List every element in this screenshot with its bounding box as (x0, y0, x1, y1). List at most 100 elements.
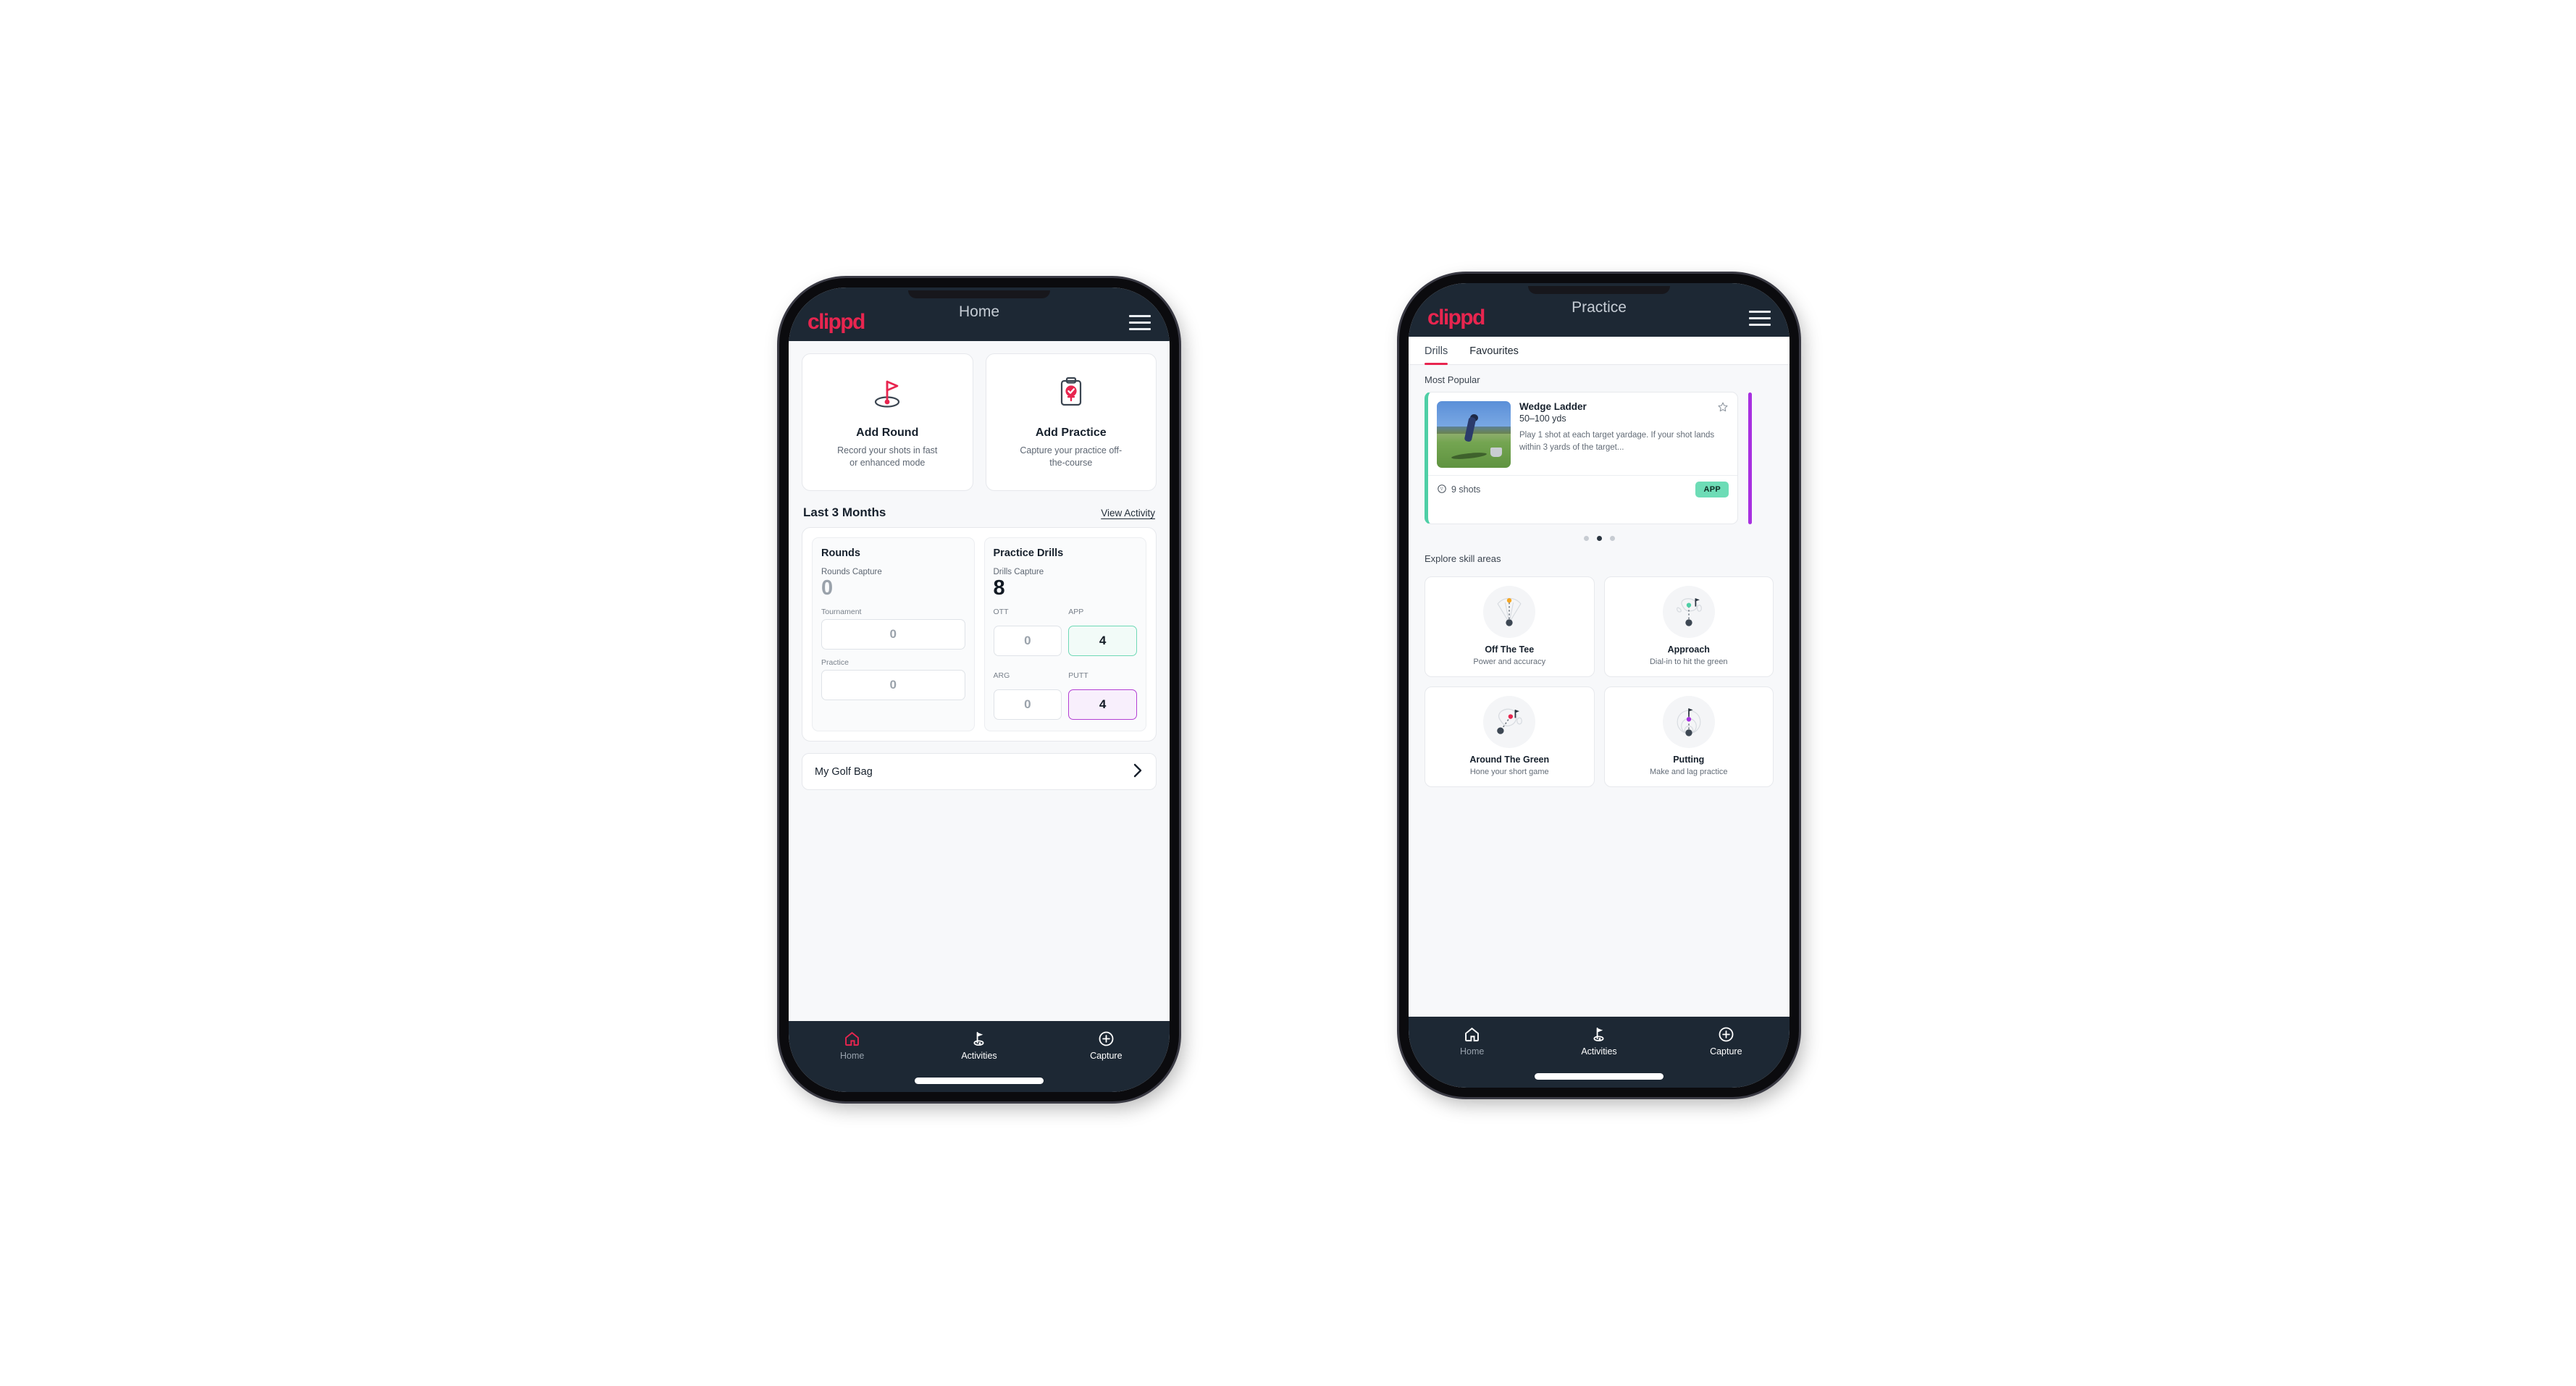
skill-subtitle: Hone your short game (1469, 768, 1549, 776)
skill-subtitle: Make and lag practice (1649, 768, 1728, 776)
nav-item-capture[interactable]: Capture (1663, 1025, 1790, 1057)
practice-drills-title: Practice Drills (993, 547, 1064, 559)
carousel-dots[interactable] (1409, 524, 1790, 544)
drills-capture-value: 8 (993, 576, 1005, 600)
nav-item-activities[interactable]: Activities (1535, 1025, 1662, 1057)
canvas: clippd Home Add Round Record your shots … (0, 0, 2576, 1386)
nav-label-capture: Capture (1710, 1046, 1742, 1057)
carousel-dot-1[interactable] (1583, 536, 1589, 541)
drill-card-body: Wedge Ladder 50–100 yds Play 1 shot at e… (1428, 392, 1737, 475)
drill-carousel[interactable]: Wedge Ladder 50–100 yds Play 1 shot at e… (1409, 392, 1790, 524)
tournament-label: Tournament (821, 608, 862, 617)
my-golf-bag-label: My Golf Bag (815, 765, 873, 778)
hamburger-icon[interactable] (1749, 310, 1771, 326)
practice-value[interactable]: 0 (821, 670, 965, 701)
home-icon (1464, 1025, 1480, 1043)
clippd-logo[interactable]: clippd (1427, 307, 1485, 329)
practice-tabs: Drills Favourites (1409, 337, 1790, 365)
drill-description: Play 1 shot at each target yardage. If y… (1519, 431, 1715, 452)
app-label: APP (1068, 608, 1084, 617)
putt-value[interactable]: 4 (1068, 689, 1137, 721)
golf-ball-icon (1437, 484, 1447, 496)
star-outline-icon[interactable] (1717, 401, 1729, 413)
home-indicator (915, 1078, 1044, 1084)
drill-title: Wedge Ladder (1519, 401, 1587, 412)
nav-label-activities: Activities (961, 1051, 997, 1061)
drill-card-footer: 9 shots APP (1428, 475, 1737, 503)
home-screen: clippd Home Add Round Record your shots … (789, 287, 1170, 1092)
practice-drills-column: Practice Drills Drills Capture 8 OTT APP… (983, 537, 1146, 732)
skill-title: Approach (1667, 644, 1710, 655)
tournament-value[interactable]: 0 (821, 619, 965, 650)
skill-title: Putting (1673, 755, 1705, 765)
explore-skill-areas-label: Explore skill areas (1425, 553, 1501, 564)
clippd-logo[interactable]: clippd (807, 311, 865, 333)
carousel-dot-3[interactable] (1609, 536, 1615, 541)
golf-flag-hole-icon (868, 370, 907, 415)
app-value[interactable]: 4 (1068, 626, 1137, 657)
rounds-capture-label: Rounds Capture (821, 568, 882, 576)
skill-card-around-the-green[interactable]: Around The Green Hone your short game (1425, 686, 1595, 787)
practice-label: Practice (821, 658, 849, 668)
device-notch (1528, 286, 1670, 294)
skill-subtitle: Power and accuracy (1473, 658, 1546, 666)
putt-label: PUTT (1068, 671, 1088, 681)
quick-actions-row: Add Round Record your shots in fast or e… (789, 341, 1170, 491)
drill-yardage: 50–100 yds (1519, 413, 1566, 424)
view-activity-link[interactable]: View Activity (1101, 508, 1155, 518)
hamburger-icon[interactable] (1129, 314, 1151, 330)
skill-card-putting[interactable]: Putting Make and lag practice (1603, 686, 1774, 787)
nav-item-activities[interactable]: Activities (915, 1030, 1042, 1061)
add-practice-title: Add Practice (1035, 427, 1107, 439)
carousel-dot-2[interactable] (1596, 536, 1602, 541)
drills-capture-label: Drills Capture (993, 568, 1044, 576)
nav-item-home[interactable]: Home (1409, 1025, 1535, 1057)
skill-title: Off The Tee (1485, 644, 1535, 655)
device-notch (908, 290, 1050, 298)
add-practice-card[interactable]: Add Practice Capture your practice off-t… (985, 353, 1157, 491)
nav-item-home[interactable]: Home (789, 1030, 915, 1061)
nav-item-capture[interactable]: Capture (1043, 1030, 1170, 1061)
arg-value[interactable]: 0 (993, 689, 1062, 721)
skill-areas-grid: Off The Tee Power and accuracy Approach … (1409, 571, 1790, 787)
nav-label-home: Home (1459, 1046, 1485, 1057)
skill-card-off-the-tee[interactable]: Off The Tee Power and accuracy (1425, 576, 1595, 677)
tee-shot-dispersion-icon (1483, 586, 1536, 638)
add-round-title: Add Round (856, 427, 919, 439)
rounds-title: Rounds (821, 547, 860, 559)
drill-thumbnail (1437, 401, 1511, 468)
chevron-right-icon (1133, 763, 1144, 781)
golf-flag-icon (970, 1030, 987, 1047)
last-3-months-header: Last 3 Months View Activity (789, 491, 1170, 527)
approach-green-icon (1662, 586, 1715, 638)
practice-content: Most Popular Wedge Ladder 50–100 yds Pla… (1409, 365, 1790, 1017)
practice-screen: clippd Practice Drills Favourites Most P… (1409, 283, 1790, 1088)
drill-shots-label: 9 shots (1451, 484, 1481, 495)
most-popular-label: Most Popular (1425, 374, 1480, 385)
rounds-column: Rounds Rounds Capture 0 Tournament 0 Pra… (812, 537, 975, 732)
plus-circle-icon (1098, 1030, 1115, 1047)
phone-practice-device: clippd Practice Drills Favourites Most P… (1399, 274, 1799, 1097)
add-round-subtitle: Record your shots in fast or enhanced mo… (837, 445, 938, 468)
home-icon (844, 1030, 860, 1047)
ott-label: OTT (993, 608, 1009, 617)
drill-tag-badge: APP (1695, 482, 1729, 497)
nav-label-capture: Capture (1090, 1051, 1123, 1061)
ott-value[interactable]: 0 (993, 626, 1062, 657)
nav-label-home: Home (839, 1051, 865, 1061)
phone-home-device: clippd Home Add Round Record your shots … (779, 278, 1179, 1101)
add-round-card[interactable]: Add Round Record your shots in fast or e… (802, 353, 973, 491)
my-golf-bag-row[interactable]: My Golf Bag (802, 753, 1157, 791)
next-drill-card-edge[interactable] (1748, 392, 1752, 524)
tab-favourites[interactable]: Favourites (1469, 345, 1519, 364)
skill-card-approach[interactable]: Approach Dial-in to hit the green (1603, 576, 1774, 677)
tab-drills[interactable]: Drills (1425, 345, 1448, 365)
rounds-capture-value: 0 (821, 576, 834, 600)
arg-label: ARG (993, 671, 1010, 681)
drill-card[interactable]: Wedge Ladder 50–100 yds Play 1 shot at e… (1425, 392, 1738, 524)
stats-card: Rounds Rounds Capture 0 Tournament 0 Pra… (802, 527, 1157, 742)
putting-rings-icon (1662, 696, 1715, 748)
clipboard-check-icon (1052, 370, 1091, 415)
section-title: Last 3 Months (803, 505, 886, 519)
nav-label-activities: Activities (1581, 1046, 1617, 1057)
